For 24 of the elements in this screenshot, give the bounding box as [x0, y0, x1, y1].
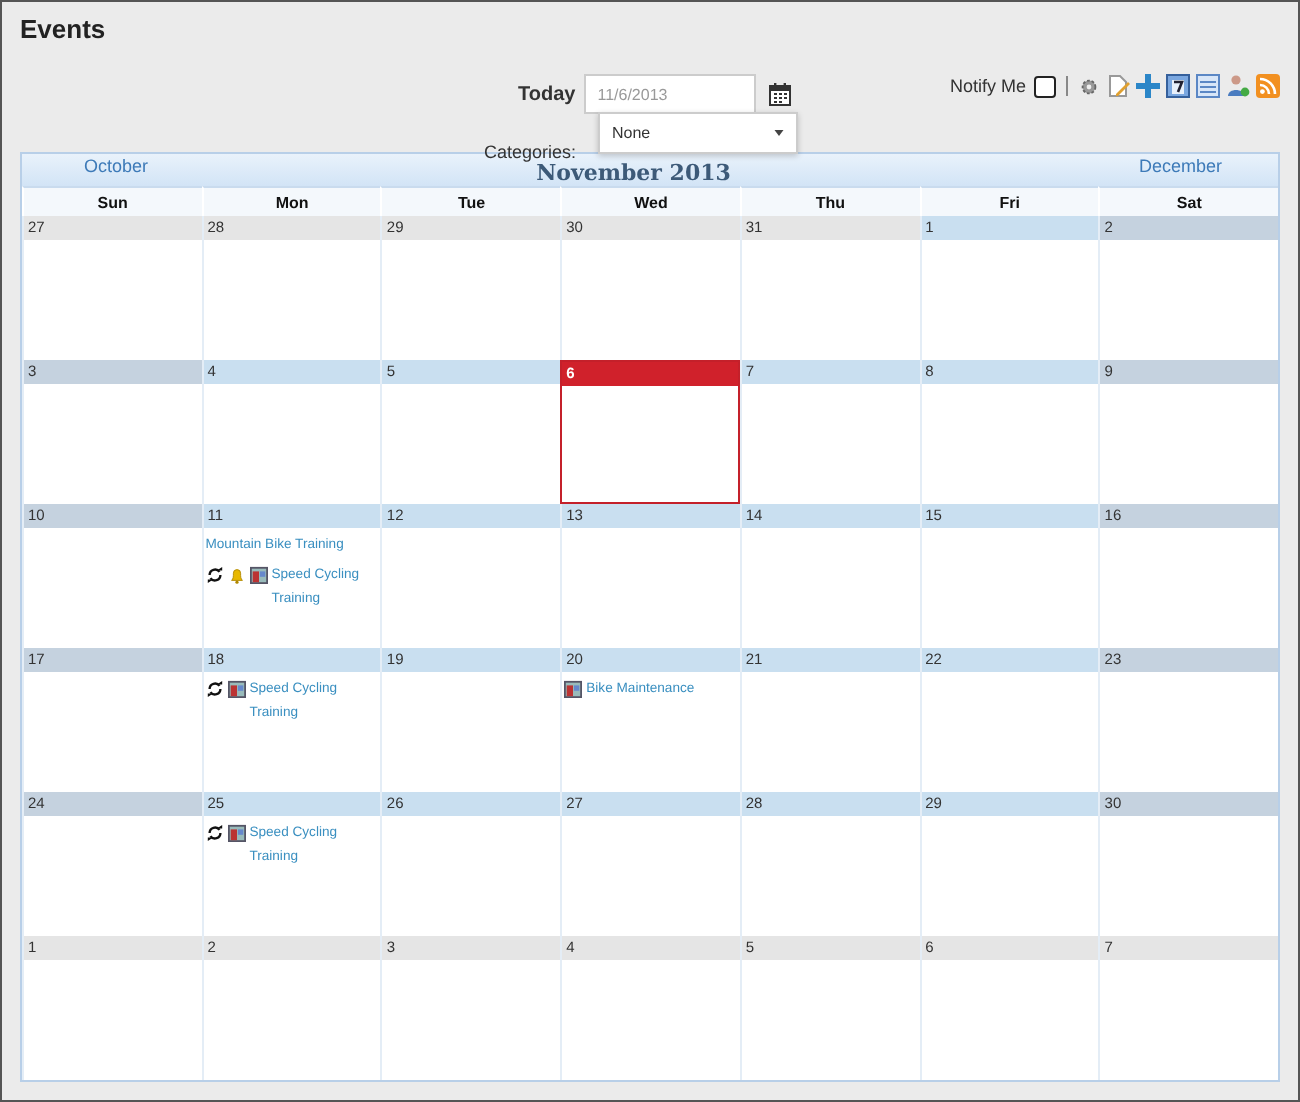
calendar-day-icon[interactable]	[1166, 74, 1190, 98]
weekday-header: Thu	[739, 186, 920, 216]
user-icon[interactable]	[1226, 74, 1250, 98]
weekday-header: Wed	[560, 186, 740, 216]
date-field[interactable]: 11/6/2013	[583, 74, 756, 114]
today-label: Today	[518, 83, 576, 105]
notify-me-checkbox[interactable]	[1034, 75, 1056, 97]
calendar-icon[interactable]	[767, 82, 792, 106]
month-title: November 2013	[536, 160, 731, 186]
weekday-header: Sat	[1098, 186, 1278, 216]
notify-me-label: Notify Me	[949, 76, 1026, 96]
weekday-header: Mon	[201, 186, 381, 216]
previous-month-link[interactable]: October	[84, 156, 149, 176]
page-title: Events	[20, 14, 108, 48]
rss-icon[interactable]	[1256, 74, 1280, 98]
weekday-header: Fri	[919, 186, 1099, 216]
categories-dropdown[interactable]: None	[598, 112, 798, 154]
next-month-link[interactable]: December	[1138, 156, 1222, 176]
weekday-header: Sun	[22, 186, 202, 216]
categories-label: Categories:	[484, 142, 577, 162]
caret-icon	[774, 130, 784, 136]
gear-icon[interactable]	[1078, 75, 1100, 97]
weekday-header: Tue	[380, 186, 561, 216]
edit-document-icon[interactable]	[1106, 74, 1130, 98]
